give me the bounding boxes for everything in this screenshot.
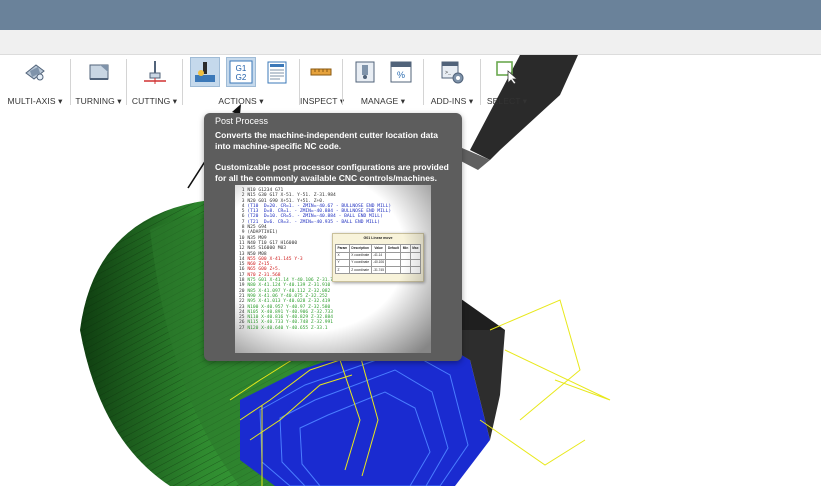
table-cell: Z coordinate xyxy=(348,266,372,275)
tooltip-description: Converts the machine-independent cutter … xyxy=(215,130,438,151)
table-header-cell: Max xyxy=(409,244,421,253)
code-line-text: N45 S16000 M03 xyxy=(247,246,287,252)
svg-text:>_: >_ xyxy=(445,70,452,76)
code-line-text: N100 X-40.957 Y-40.97 Z-32.580 xyxy=(247,304,331,310)
g2-text: G2 xyxy=(236,73,247,82)
code-line-text: N50 M08 xyxy=(247,251,267,257)
select-label: SELECT ▾ xyxy=(486,96,528,106)
tab-bar xyxy=(0,30,821,55)
table-cell: Z xyxy=(335,266,350,275)
code-line-text: N115 X-40.733 Y-40.748 Z-32.991 xyxy=(247,320,334,326)
table-header-cell: Description xyxy=(348,244,372,253)
code-line-text: N15 G30 G17 X-51. Y-51. Z-31.984 xyxy=(247,193,336,199)
select-icon[interactable] xyxy=(492,57,522,87)
group-turning[interactable]: TURNING ▾ xyxy=(71,55,126,110)
group-cutting[interactable]: CUTTING ▾ xyxy=(127,55,182,110)
table-cell xyxy=(409,258,421,268)
g01-info-popup: G01 Linear move Param Description Value Def… xyxy=(332,233,424,282)
toolbar-ribbon: MULTI-AXIS ▾ TURNING ▾ CUTTING ▾ G1 G2 A… xyxy=(0,55,560,110)
table-cell xyxy=(409,266,421,275)
measure-icon[interactable] xyxy=(306,57,336,87)
code-line-text: N85 X-41.097 Y-40.112 Z-32.082 xyxy=(247,288,331,294)
table-header-row: Param Description Value Default Min Max xyxy=(335,244,421,253)
cutting-label: CUTTING ▾ xyxy=(131,96,178,106)
g01-param-table: Param Description Value Default Min Max X X coo… xyxy=(335,244,421,275)
table-cell xyxy=(385,258,402,268)
inspect-label: INSPECT ▾ xyxy=(300,96,345,106)
table-header-cell: Value xyxy=(370,244,387,253)
multi-axis-icon[interactable] xyxy=(20,57,50,87)
manage-label: MANAGE ▾ xyxy=(360,96,406,106)
table-cell: -40.106 xyxy=(370,258,387,268)
group-multi-axis[interactable]: MULTI-AXIS ▾ xyxy=(0,55,70,110)
group-inspect[interactable]: INSPECT ▾ xyxy=(300,55,345,110)
title-bar xyxy=(0,0,821,30)
table-row: YY coordinate -40.106 xyxy=(335,258,421,268)
tooltip-title: Post Process xyxy=(215,116,269,126)
table-cell: Y xyxy=(335,258,350,268)
code-line: 27 N120 X-40.640 Y-40.655 Z-33.1 xyxy=(239,326,391,331)
code-line-text: N120 X-40.640 Y-40.655 Z-33.1 xyxy=(247,325,328,331)
table-cell xyxy=(385,251,402,260)
add-ins-label: ADD-INS ▾ xyxy=(430,96,474,106)
code-line-text: (T21 D=6. CR=3. - ZMIN=-40.935 - BALL EN… xyxy=(247,219,381,225)
code-line-text: N35 M09 xyxy=(247,235,267,241)
table-cell: X xyxy=(335,251,350,260)
table-cell: X coordinate xyxy=(348,251,372,260)
tooltip-description-extra: Customizable post processor configuratio… xyxy=(215,162,449,183)
code-line-text: N65 G00 Z+5. xyxy=(247,267,281,273)
templates-icon[interactable]: % xyxy=(386,57,416,87)
g01-popup-title: G01 Linear move xyxy=(363,236,393,240)
table-cell xyxy=(385,266,402,275)
code-line-text: N70 Z-31.568 xyxy=(247,272,281,278)
group-add-ins[interactable]: >_ ADD-INS ▾ xyxy=(424,55,480,110)
group-actions[interactable]: G1 G2 ACTIONS ▾ xyxy=(183,55,299,110)
code-line-text: N20 G01 G90 X+51. Y+51. Z+0. xyxy=(247,198,325,204)
post-process-icon[interactable]: G1 G2 xyxy=(226,57,256,87)
table-cell: Y coordinate xyxy=(348,258,372,268)
table-cell xyxy=(400,258,411,268)
multi-axis-label: MULTI-AXIS ▾ xyxy=(7,96,63,106)
code-line-text: N95 X-41.013 Y-40.028 Z-32.419 xyxy=(247,299,331,305)
table-cell xyxy=(400,266,411,275)
percent-text: % xyxy=(397,70,405,80)
table-cell: -31.745 xyxy=(370,266,387,275)
table-header-cell: Min xyxy=(400,244,411,253)
table-cell xyxy=(409,251,421,260)
setup-sheet-icon[interactable] xyxy=(262,57,292,87)
cutting-icon[interactable] xyxy=(140,57,170,87)
g1-text: G1 xyxy=(236,64,247,73)
turning-label: TURNING ▾ xyxy=(75,96,122,106)
table-header-cell: Default xyxy=(385,244,402,253)
table-row: XX coordinate -41.14 xyxy=(335,251,421,260)
simulate-icon[interactable] xyxy=(190,57,220,87)
scripts-icon[interactable]: >_ xyxy=(437,57,467,87)
actions-label: ACTIONS ▾ xyxy=(218,96,264,106)
group-select[interactable]: SELECT ▾ xyxy=(481,55,533,110)
code-line-text: (T20 D=10. CR=5. - ZMIN=-40.884 - BALL E… xyxy=(247,214,383,220)
turning-icon[interactable] xyxy=(84,57,114,87)
table-header-cell: Param xyxy=(335,244,350,253)
table-cell xyxy=(400,251,411,260)
table-cell: -41.14 xyxy=(370,251,387,260)
code-line-text: (ADAPTIVE1) xyxy=(247,230,278,236)
table-row: ZZ coordinate -31.745 xyxy=(335,266,421,275)
tooltip-nc-code-preview: 1 N10 G1234 G71 2 N15 G30 G17 X-51. Y-51… xyxy=(235,185,431,353)
code-line-text: N80 X-41.124 Y-40.139 Z-31.910 xyxy=(247,283,331,289)
group-manage[interactable]: % MANAGE ▾ xyxy=(343,55,423,110)
tool-library-icon[interactable] xyxy=(350,57,380,87)
post-process-tooltip: Post Process Converts the machine-indepe… xyxy=(204,113,462,361)
